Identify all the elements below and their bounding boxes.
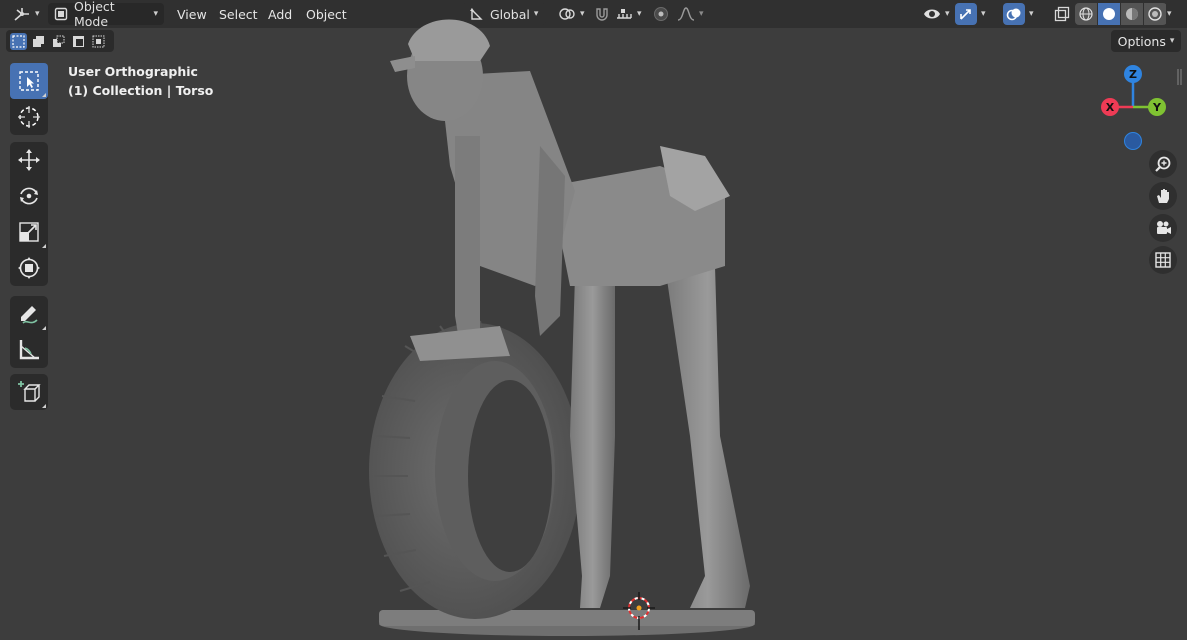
gizmo-z-axis[interactable]: Z (1124, 65, 1142, 83)
hand-icon (1154, 187, 1172, 205)
menu-object[interactable]: Object (299, 3, 354, 25)
tool-cursor[interactable] (10, 99, 48, 135)
tool-variants-indicator (42, 404, 46, 408)
chevron-down-icon: ▾ (1169, 36, 1175, 46)
tool-variants-indicator (42, 93, 46, 97)
chevron-down-icon: ▾ (945, 9, 950, 19)
select-extend-icon[interactable] (30, 33, 47, 50)
tool-measure[interactable] (10, 332, 48, 368)
toolbar-select-group (10, 63, 48, 135)
gizmo-y-axis[interactable]: Y (1148, 98, 1166, 116)
menu-select[interactable]: Select (212, 3, 265, 25)
menu-view[interactable]: View (170, 3, 214, 25)
gizmo-neg-z-axis[interactable] (1124, 132, 1142, 150)
gizmo-icon (955, 3, 977, 25)
shading-options-dropdown[interactable]: ▾ (1163, 3, 1172, 25)
editor-type-icon (13, 6, 31, 22)
gizmo-toggle[interactable]: ▾ (955, 3, 986, 25)
select-intersect-icon[interactable] (90, 33, 107, 50)
zoom-icon (1154, 155, 1172, 173)
overlay-icon (1003, 3, 1025, 25)
chevron-down-icon: ▾ (153, 9, 158, 19)
wireframe-shading-button[interactable] (1075, 3, 1097, 25)
grid-icon (1154, 251, 1172, 269)
gizmo-x-axis[interactable]: X (1101, 98, 1119, 116)
transform-icon (17, 256, 41, 280)
pan-button[interactable] (1149, 182, 1177, 210)
zoom-button[interactable] (1149, 150, 1177, 178)
solid-shading-button[interactable] (1098, 3, 1120, 25)
menu-add[interactable]: Add (261, 3, 299, 25)
tool-variants-indicator (42, 326, 46, 330)
chevron-down-icon: ▾ (1167, 9, 1172, 19)
editor-type-dropdown[interactable]: ▾ (8, 3, 45, 25)
tool-add-cube[interactable] (10, 374, 48, 410)
toolbar-transform-group (10, 142, 48, 286)
select-subtract-icon[interactable] (50, 33, 67, 50)
object-mode-icon (54, 7, 68, 21)
mode-label: Object Mode (74, 0, 115, 29)
tool-transform[interactable] (10, 250, 48, 286)
tool-rotate[interactable] (10, 178, 48, 214)
shading-modes (1075, 3, 1167, 25)
cursor-icon (17, 105, 41, 129)
options-label: Options (1117, 33, 1166, 49)
toolbar-annotate-group (10, 296, 48, 368)
chevron-down-icon: ▾ (1029, 9, 1034, 19)
visibility-dropdown[interactable]: ▾ (918, 3, 955, 25)
perspective-toggle-button[interactable] (1149, 246, 1177, 274)
select-new-icon[interactable] (10, 32, 27, 50)
material-shading-button[interactable] (1121, 3, 1143, 25)
scale-icon (18, 221, 40, 243)
navigation-gizmo[interactable]: Z X Y (1096, 64, 1176, 154)
3d-cursor-icon[interactable] (622, 592, 656, 632)
camera-view-button[interactable] (1149, 214, 1177, 242)
tool-move[interactable] (10, 142, 48, 178)
shading-segment (1075, 3, 1167, 25)
chevron-down-icon: ▾ (35, 9, 40, 19)
add-cube-icon (17, 380, 41, 404)
xray-toggle[interactable] (1049, 3, 1075, 25)
toolbar-add-group (10, 374, 48, 410)
view-context-label: (1) Collection | Torso (68, 83, 214, 98)
view-name-label: User Orthographic (68, 64, 198, 79)
tool-select-box[interactable] (10, 63, 48, 99)
select-invert-icon[interactable] (70, 33, 87, 50)
mode-dropdown[interactable]: Object Mode ▾ (48, 0, 164, 29)
camera-icon (1154, 219, 1172, 237)
measure-icon (17, 338, 41, 362)
annotate-icon (17, 302, 41, 326)
eye-icon (923, 7, 941, 21)
tool-annotate[interactable] (10, 296, 48, 332)
selection-mode-bar (6, 30, 114, 52)
move-icon (17, 148, 41, 172)
xray-icon (1054, 6, 1070, 22)
tool-scale[interactable] (10, 214, 48, 250)
tool-variants-indicator (42, 244, 46, 248)
select-box-icon (18, 70, 40, 92)
rotate-icon (17, 184, 41, 208)
options-dropdown[interactable]: Options ▾ (1111, 30, 1181, 52)
chevron-down-icon: ▾ (981, 9, 986, 19)
overlay-toggle[interactable]: ▾ (1003, 3, 1034, 25)
scene-model-render (360, 16, 780, 640)
region-edge-handle[interactable] (1177, 68, 1185, 86)
